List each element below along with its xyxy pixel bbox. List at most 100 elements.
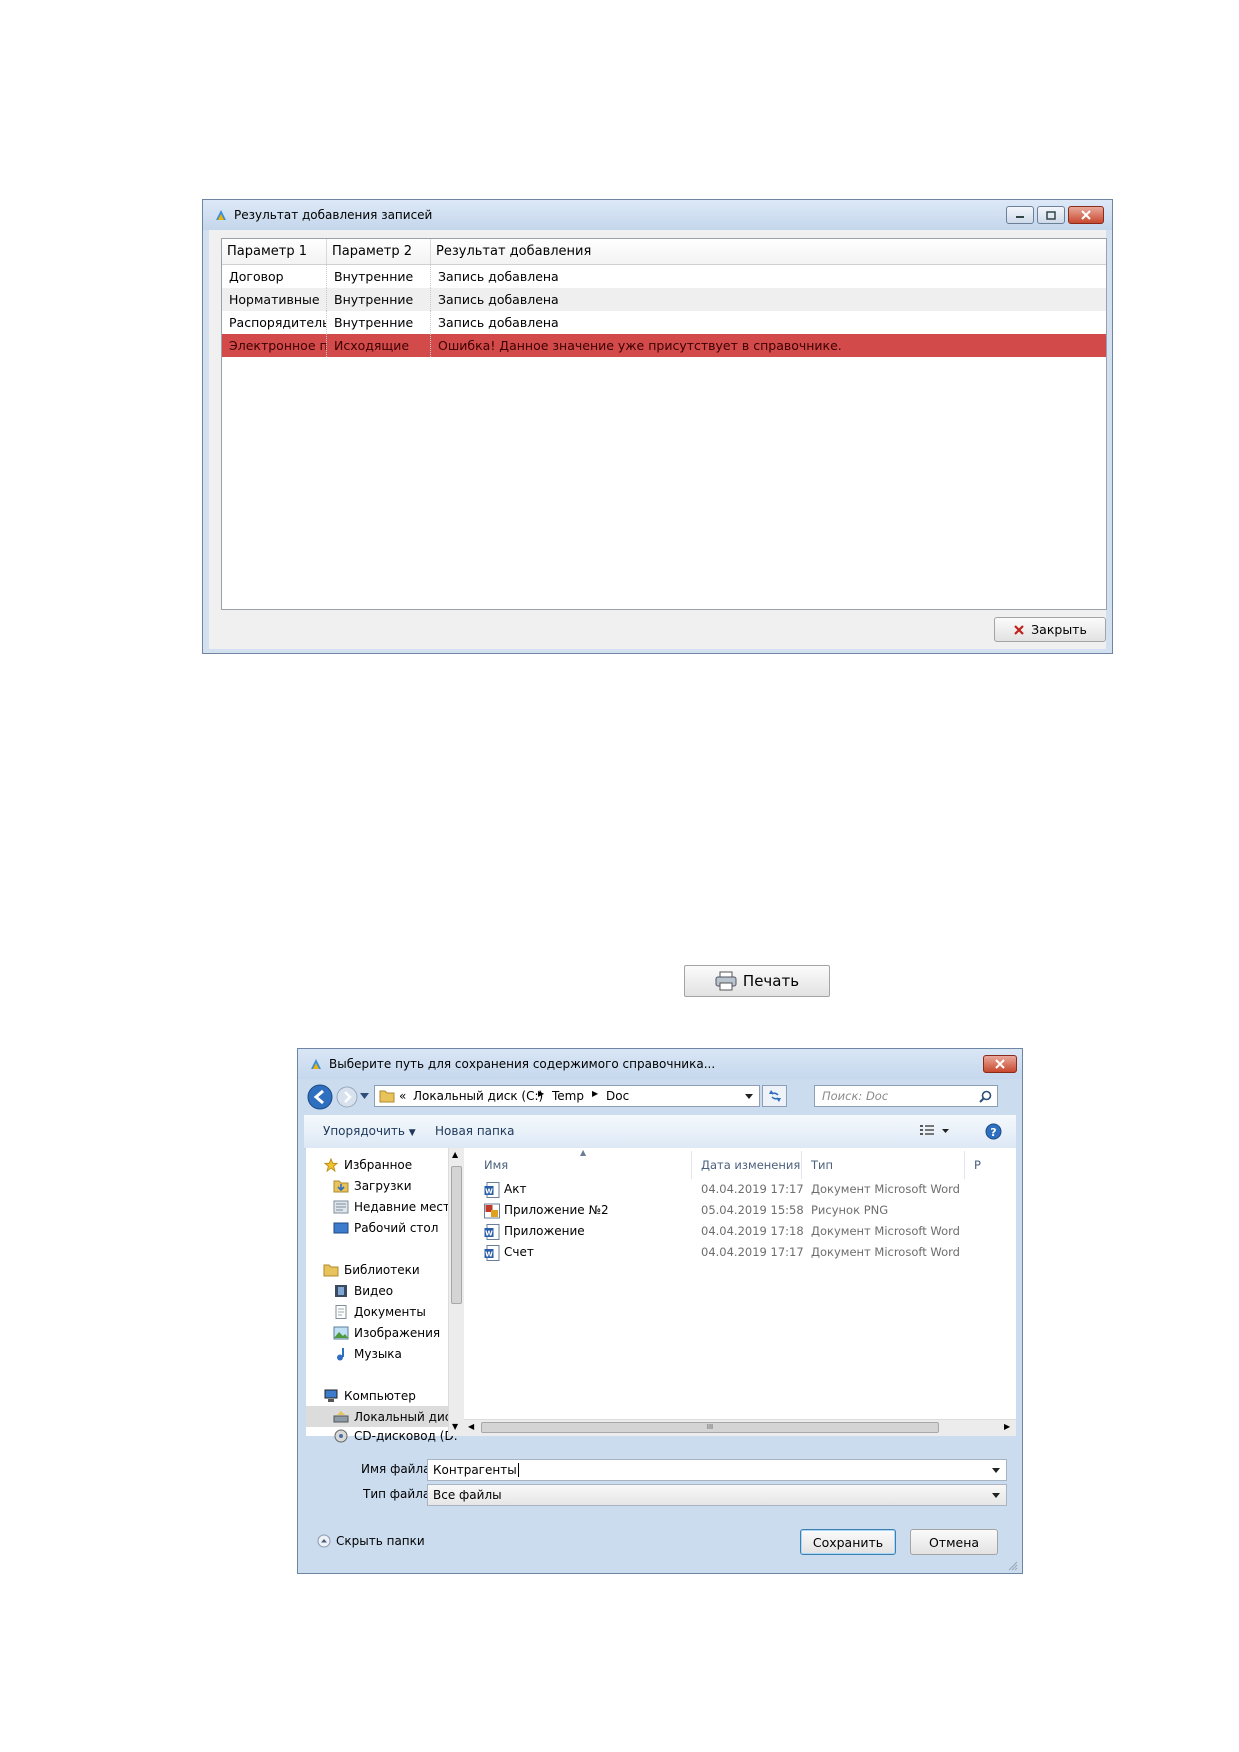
word-document-icon: W bbox=[484, 1182, 500, 1198]
file-name: Приложение bbox=[504, 1224, 585, 1238]
nav-cd-drive[interactable]: CD-дисковод (D: bbox=[333, 1429, 458, 1443]
back-icon[interactable] bbox=[306, 1083, 334, 1111]
hide-folders-toggle[interactable]: Скрыть папки bbox=[317, 1534, 425, 1548]
minimize-button[interactable] bbox=[1006, 206, 1034, 224]
maximize-button[interactable] bbox=[1037, 206, 1065, 224]
close-window-button[interactable] bbox=[1068, 206, 1104, 224]
column-header-param2[interactable]: Параметр 2 bbox=[327, 239, 431, 264]
print-button[interactable]: Печать bbox=[684, 965, 830, 997]
breadcrumb-separator-icon: ▶ bbox=[538, 1089, 545, 1098]
nav-label: Документы bbox=[354, 1305, 426, 1319]
result-window-client: Параметр 1 Параметр 2 Результат добавлен… bbox=[209, 230, 1107, 649]
header-date[interactable]: Дата изменения bbox=[701, 1158, 800, 1172]
breadcrumb-local-disk[interactable]: Локальный диск (C:) bbox=[413, 1089, 543, 1103]
nav-documents[interactable]: Документы bbox=[333, 1305, 426, 1319]
app-icon bbox=[311, 1059, 321, 1069]
history-dropdown-icon[interactable] bbox=[360, 1093, 369, 1100]
result-window-titlebar: Результат добавления записей bbox=[203, 200, 1112, 230]
table-row-error[interactable]: Электронное пи Исходящие Ошибка! Данное … bbox=[222, 334, 1106, 357]
view-options-icon[interactable] bbox=[920, 1124, 950, 1138]
address-bar[interactable]: « Локальный диск (C:) ▶ Temp ▶ Doc bbox=[374, 1085, 760, 1107]
header-divider bbox=[964, 1151, 965, 1179]
filename-dropdown-icon[interactable] bbox=[992, 1468, 1000, 1473]
filetype-select[interactable]: Все файлы bbox=[427, 1484, 1007, 1506]
nav-label: Загрузки bbox=[354, 1179, 412, 1193]
scroll-left-icon[interactable]: ◀ bbox=[468, 1422, 474, 1431]
cell-param1: Договор bbox=[222, 265, 327, 288]
file-date: 04.04.2019 17:18 bbox=[701, 1224, 804, 1238]
result-window: Результат добавления записей Параметр 1 … bbox=[202, 199, 1113, 654]
address-dropdown-icon[interactable] bbox=[745, 1094, 753, 1099]
navigation-pane[interactable]: Избранное Загрузки Недавние места Рабочи… bbox=[306, 1148, 459, 1443]
folder-icon bbox=[379, 1090, 395, 1103]
header-divider bbox=[691, 1151, 692, 1179]
save-dialog-title: Выберите путь для сохранения содержимого… bbox=[329, 1057, 716, 1071]
refresh-button[interactable] bbox=[762, 1085, 787, 1107]
header-size[interactable]: Р bbox=[974, 1158, 981, 1172]
nav-label: Недавние места bbox=[354, 1200, 458, 1214]
chevron-up-icon bbox=[317, 1534, 331, 1548]
results-grid[interactable]: Параметр 1 Параметр 2 Результат добавлен… bbox=[221, 238, 1107, 610]
nav-local-disk[interactable]: Локальный диск bbox=[306, 1406, 459, 1427]
column-header-result[interactable]: Результат добавления bbox=[431, 239, 1106, 264]
nav-video[interactable]: Видео bbox=[333, 1284, 393, 1298]
svg-text:W: W bbox=[485, 1230, 493, 1238]
scroll-up-icon[interactable]: ▲ bbox=[452, 1150, 458, 1159]
cell-param1: Электронное пи bbox=[222, 334, 327, 357]
filetype-value: Все файлы bbox=[433, 1488, 502, 1502]
save-button[interactable]: Сохранить bbox=[800, 1529, 896, 1555]
scrollbar-thumb[interactable] bbox=[451, 1166, 462, 1304]
organize-menu[interactable]: Упорядочить ▼ bbox=[323, 1124, 416, 1138]
column-header-param1[interactable]: Параметр 1 bbox=[222, 239, 327, 264]
scroll-down-icon[interactable]: ▼ bbox=[452, 1422, 458, 1431]
file-list[interactable]: ▲ Имя Дата изменения Тип Р W Акт 04.04.2… bbox=[464, 1148, 1016, 1419]
header-type[interactable]: Тип bbox=[811, 1158, 833, 1172]
nav-desktop[interactable]: Рабочий стол bbox=[333, 1221, 438, 1235]
file-row[interactable]: W Акт 04.04.2019 17:17 Документ Microsof… bbox=[464, 1180, 1016, 1199]
table-row[interactable]: Нормативные Внутренние Запись добавлена bbox=[222, 288, 1106, 311]
filetype-dropdown-icon[interactable] bbox=[992, 1493, 1000, 1498]
new-folder-button[interactable]: Новая папка bbox=[435, 1124, 514, 1138]
header-name[interactable]: Имя bbox=[484, 1158, 508, 1172]
close-icon bbox=[1081, 210, 1091, 220]
address-prefix: « bbox=[399, 1089, 407, 1103]
nav-libraries[interactable]: Библиотеки bbox=[323, 1263, 420, 1277]
nav-computer[interactable]: Компьютер bbox=[323, 1389, 416, 1403]
forward-icon[interactable] bbox=[335, 1085, 359, 1109]
nav-label: Библиотеки bbox=[344, 1263, 420, 1277]
scroll-right-icon[interactable]: ▶ bbox=[1004, 1422, 1010, 1431]
help-icon[interactable]: ? bbox=[985, 1123, 1002, 1140]
file-row[interactable]: W Счет 04.04.2019 17:17 Документ Microso… bbox=[464, 1243, 1016, 1262]
table-row[interactable]: Распорядительн Внутренние Запись добавле… bbox=[222, 311, 1106, 334]
cancel-button[interactable]: Отмена bbox=[910, 1529, 998, 1555]
search-input[interactable]: Поиск: Doc bbox=[814, 1085, 998, 1107]
hscrollbar-thumb[interactable]: III bbox=[481, 1422, 939, 1433]
resize-grip-icon[interactable] bbox=[1008, 1561, 1018, 1571]
navigation-scrollbar[interactable]: ▲ ▼ bbox=[448, 1148, 464, 1436]
nav-favorites[interactable]: Избранное bbox=[323, 1158, 412, 1172]
file-row[interactable]: W Приложение 04.04.2019 17:18 Документ M… bbox=[464, 1222, 1016, 1241]
nav-downloads[interactable]: Загрузки bbox=[333, 1179, 412, 1193]
file-date: 05.04.2019 15:58 bbox=[701, 1203, 804, 1217]
text-cursor bbox=[517, 1463, 519, 1477]
breadcrumb-doc[interactable]: Doc bbox=[606, 1089, 629, 1103]
desktop-icon bbox=[333, 1222, 349, 1234]
close-dialog-button[interactable] bbox=[983, 1055, 1017, 1073]
word-document-icon: W bbox=[484, 1224, 500, 1240]
file-row[interactable]: Приложение №2 05.04.2019 15:58 Рисунок P… bbox=[464, 1201, 1016, 1220]
table-row[interactable]: Договор Внутренние Запись добавлена bbox=[222, 265, 1106, 288]
breadcrumb-separator-icon: ▶ bbox=[592, 1089, 599, 1098]
file-list-hscrollbar[interactable]: ◀ III ▶ bbox=[464, 1419, 1016, 1436]
nav-recent[interactable]: Недавние места bbox=[333, 1200, 457, 1214]
filename-input[interactable]: Контрагенты bbox=[427, 1459, 1007, 1481]
file-type: Документ Microsoft Word bbox=[811, 1182, 960, 1196]
nav-music[interactable]: Музыка bbox=[333, 1347, 402, 1361]
file-type: Документ Microsoft Word bbox=[811, 1245, 960, 1259]
close-button[interactable]: Закрыть bbox=[994, 617, 1106, 642]
navigation-bar: « Локальный диск (C:) ▶ Temp ▶ Doc Поиск… bbox=[298, 1079, 1022, 1115]
nav-label: Музыка bbox=[354, 1347, 402, 1361]
nav-images[interactable]: Изображения bbox=[333, 1326, 440, 1340]
recent-places-icon bbox=[333, 1200, 349, 1214]
nav-label: Компьютер bbox=[344, 1389, 416, 1403]
breadcrumb-temp[interactable]: Temp bbox=[552, 1089, 584, 1103]
